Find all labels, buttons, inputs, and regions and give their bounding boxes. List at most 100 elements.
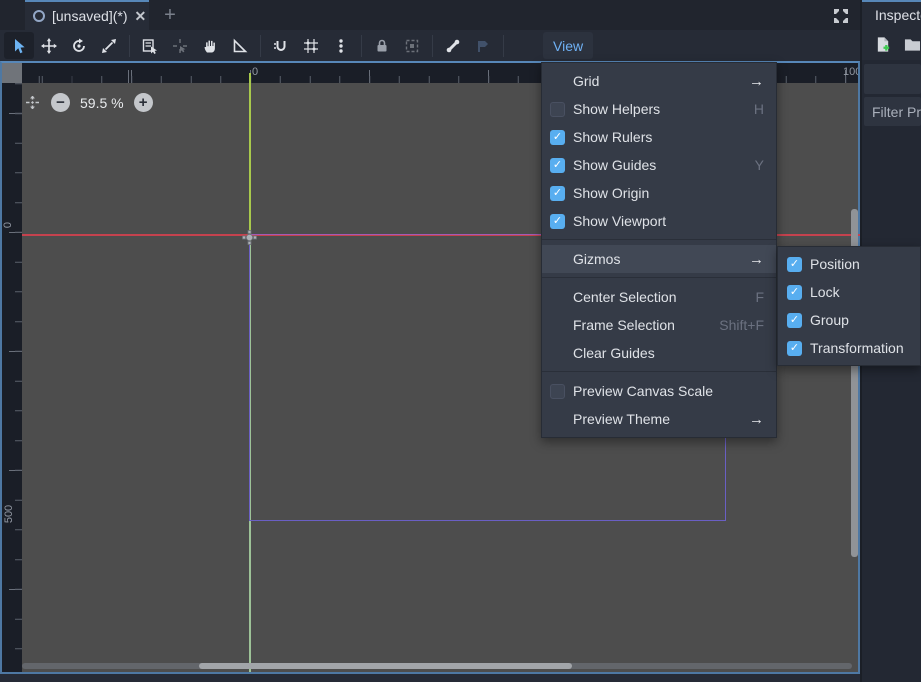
ruler-mode-button[interactable] <box>225 32 255 59</box>
menu-item-label: Gizmos <box>573 251 620 267</box>
godot-editor-window: [unsaved](*) ✕ + <box>0 0 921 682</box>
select-tool-button[interactable] <box>4 32 34 59</box>
filter-properties-input[interactable]: Filter Properties <box>864 97 921 126</box>
menu-item-label: Frame Selection <box>573 317 675 333</box>
menu-item-label: Group <box>810 312 849 328</box>
submenu-arrow-icon: → <box>749 411 764 428</box>
menu-item-show-rulers[interactable]: ✓ Show Rulers <box>542 123 776 151</box>
select-arrow-icon <box>11 38 27 54</box>
menu-item-center-selection[interactable]: Center Selection F <box>542 283 776 311</box>
menu-item-show-viewport[interactable]: ✓ Show Viewport <box>542 207 776 235</box>
menu-item-label: Clear Guides <box>573 345 655 361</box>
menu-separator <box>542 371 776 372</box>
selected-node-origin-gizmo[interactable] <box>242 230 257 248</box>
menu-item-label: Show Viewport <box>573 213 666 229</box>
load-resource-folder-icon[interactable] <box>904 37 921 52</box>
menu-shortcut: Shift+F <box>719 317 764 333</box>
menu-item-grid[interactable]: Grid → <box>542 67 776 95</box>
menu-item-label: Preview Canvas Scale <box>573 383 713 399</box>
inspector-object-bar[interactable] <box>864 64 921 94</box>
menu-shortcut: Y <box>755 157 764 173</box>
submenu-item-group[interactable]: ✓ Group <box>778 306 920 334</box>
menu-separator <box>542 277 776 278</box>
bone-icon <box>445 38 461 54</box>
menu-item-label: Center Selection <box>573 289 677 305</box>
snap-options-button[interactable] <box>326 32 356 59</box>
rotate-icon <box>71 38 87 54</box>
move-icon <box>41 38 57 54</box>
list-select-button[interactable] <box>135 32 165 59</box>
submenu-item-lock[interactable]: ✓ Lock <box>778 278 920 306</box>
skeleton-options-icon <box>475 38 491 54</box>
group-node-button[interactable] <box>397 32 427 59</box>
smart-snap-button[interactable] <box>266 32 296 59</box>
zoom-level-value[interactable]: 59.5 % <box>80 95 124 111</box>
menu-item-label: Preview Theme <box>573 411 670 427</box>
scene-tab-bar: [unsaved](*) ✕ + <box>0 0 860 30</box>
scene-node-icon <box>33 10 45 22</box>
toolbar-separator <box>432 35 433 57</box>
move-node-to-click-button[interactable] <box>165 32 195 59</box>
y-axis-line <box>249 73 251 234</box>
scale-icon <box>101 38 117 54</box>
scene-tab-title: [unsaved](*) <box>52 8 127 24</box>
move-tool-button[interactable] <box>34 32 64 59</box>
submenu-arrow-icon: → <box>749 73 764 90</box>
submenu-item-position[interactable]: ✓ Position <box>778 250 920 278</box>
center-view-icon[interactable] <box>24 94 41 111</box>
menu-item-show-guides[interactable]: ✓ Show Guides Y <box>542 151 776 179</box>
submenu-item-transformation[interactable]: ✓ Transformation <box>778 334 920 362</box>
grid-snap-icon <box>303 38 319 54</box>
menu-item-label: Show Origin <box>573 185 649 201</box>
tab-close-icon[interactable]: ✕ <box>134 8 146 25</box>
menu-item-clear-guides[interactable]: Clear Guides <box>542 339 776 367</box>
grid-snap-button[interactable] <box>296 32 326 59</box>
menu-item-preview-canvas-scale[interactable]: Preview Canvas Scale <box>542 377 776 405</box>
gizmos-submenu-popup: ✓ Position ✓ Lock ✓ Group ✓ Transformati… <box>777 246 921 366</box>
vertical-dots-icon <box>333 38 349 54</box>
menu-item-preview-theme[interactable]: Preview Theme → <box>542 405 776 433</box>
scene-tab[interactable]: [unsaved](*) ✕ <box>25 0 149 30</box>
toolbar-separator <box>260 35 261 57</box>
canvas-toolbar: View <box>0 30 860 61</box>
menu-item-frame-selection[interactable]: Frame Selection Shift+F <box>542 311 776 339</box>
menu-separator <box>542 239 776 240</box>
menu-item-gizmos[interactable]: Gizmos → <box>542 245 776 273</box>
zoom-out-button[interactable]: − <box>51 93 70 112</box>
menu-item-label: Lock <box>810 284 840 300</box>
menu-item-label: Position <box>810 256 860 272</box>
bone-button[interactable] <box>438 32 468 59</box>
view-menu-button[interactable]: View <box>543 32 593 59</box>
inspector-title[interactable]: Inspector <box>862 2 921 28</box>
menu-item-show-origin[interactable]: ✓ Show Origin <box>542 179 776 207</box>
pan-tool-button[interactable] <box>195 32 225 59</box>
horizontal-scrollbar-thumb[interactable] <box>199 663 572 669</box>
new-resource-icon[interactable] <box>875 36 891 53</box>
distraction-free-icon[interactable] <box>830 5 852 27</box>
pan-hand-icon <box>202 38 218 54</box>
ruler-label: 1000 <box>843 66 858 78</box>
vertical-ruler: 0 500 <box>2 83 22 672</box>
checkbox-checked-icon: ✓ <box>550 130 565 145</box>
checkbox-checked-icon: ✓ <box>550 158 565 173</box>
menu-item-label: Show Helpers <box>573 101 660 117</box>
toolbar-separator <box>361 35 362 57</box>
menu-item-show-helpers[interactable]: Show Helpers H <box>542 95 776 123</box>
crosshair-cursor-icon <box>172 38 188 54</box>
inspector-toolbar <box>862 28 921 60</box>
menu-shortcut: F <box>755 289 764 305</box>
menu-item-label: Grid <box>573 73 599 89</box>
lock-node-button[interactable] <box>367 32 397 59</box>
list-select-icon <box>142 38 158 54</box>
group-icon <box>404 38 420 54</box>
add-scene-tab-button[interactable]: + <box>158 2 182 28</box>
rotate-tool-button[interactable] <box>64 32 94 59</box>
checkbox-checked-icon: ✓ <box>787 313 802 328</box>
ruler-label: 0 <box>252 66 258 78</box>
zoom-in-button[interactable]: + <box>134 93 153 112</box>
ruler-icon <box>232 38 248 54</box>
skeleton-options-button[interactable] <box>468 32 498 59</box>
submenu-arrow-icon: → <box>749 251 764 268</box>
checkbox-checked-icon: ✓ <box>550 186 565 201</box>
scale-tool-button[interactable] <box>94 32 124 59</box>
